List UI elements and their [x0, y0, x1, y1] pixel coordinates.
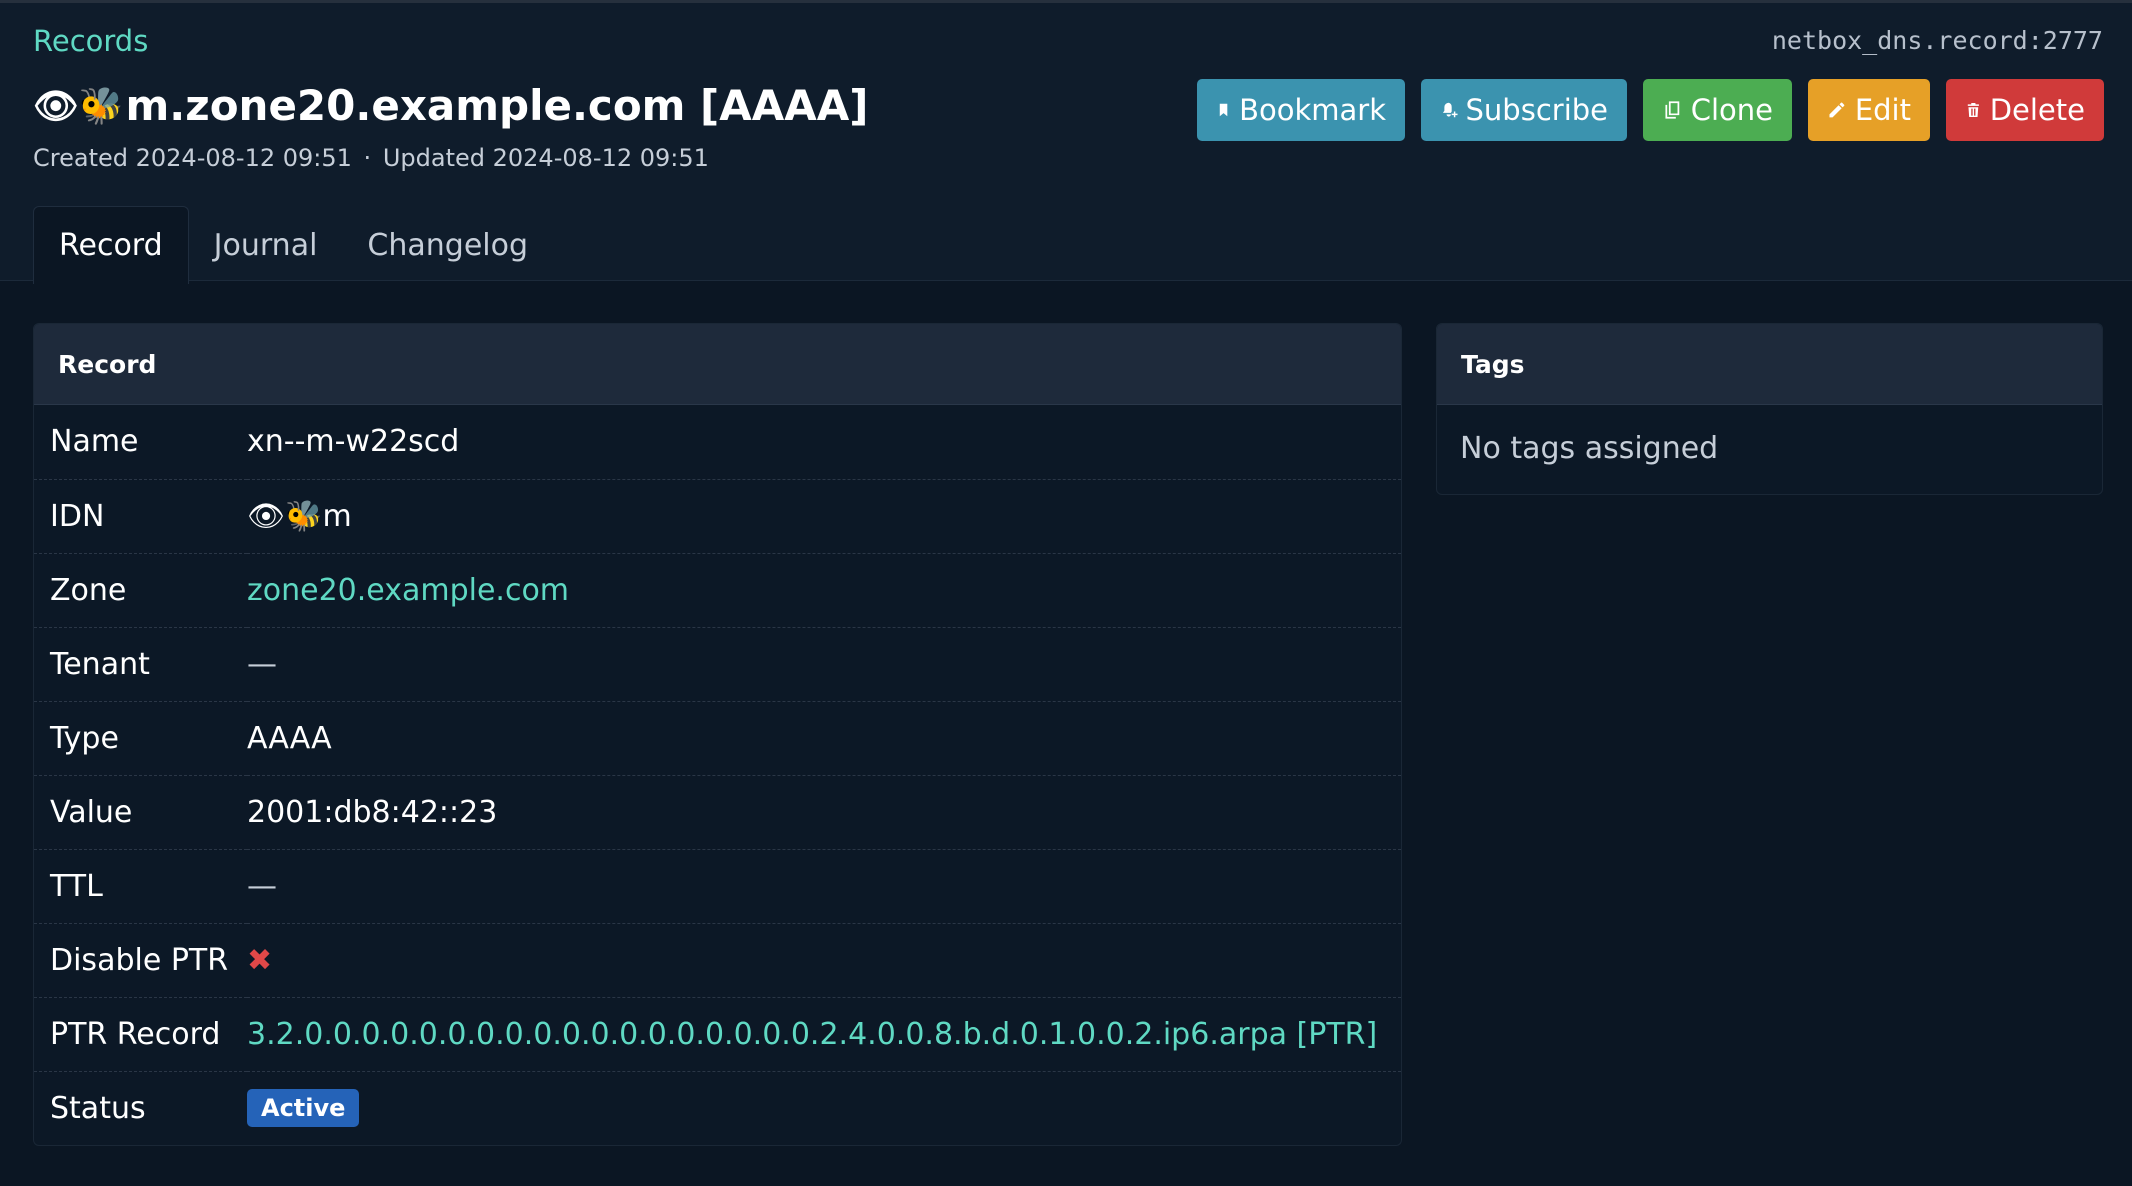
- table-row: TTL —: [34, 849, 1401, 923]
- trash-icon: [1967, 103, 1979, 117]
- table-row: Value 2001:db8:42::23: [34, 775, 1401, 849]
- delete-button[interactable]: Delete: [1946, 79, 2104, 141]
- row-label-type: Type: [50, 720, 119, 756]
- updated-label: Updated: [382, 144, 485, 172]
- subscribe-button[interactable]: Subscribe: [1421, 79, 1627, 141]
- bookmark-button[interactable]: Bookmark: [1197, 79, 1405, 141]
- page-header: Records netbox_dns.record:2777 👁🐝 m.zone…: [0, 3, 2132, 284]
- bookmark-label: Bookmark: [1239, 93, 1386, 127]
- ptr-record-link[interactable]: 3.2.0.0.0.0.0.0.0.0.0.0.0.0.0.0.0.0.0.0.…: [247, 1017, 1377, 1052]
- row-label-ttl: TTL: [50, 868, 103, 904]
- clone-label: Clone: [1690, 93, 1773, 127]
- table-row: Status Active: [34, 1071, 1401, 1145]
- edit-label: Edit: [1854, 93, 1911, 127]
- bell-plus-icon: [1442, 102, 1458, 118]
- x-mark-icon: ✖: [247, 942, 273, 978]
- copy-icon: [1665, 101, 1680, 119]
- subscribe-label: Subscribe: [1465, 93, 1608, 127]
- bookmark-icon: [1219, 103, 1228, 117]
- tab-record[interactable]: Record: [33, 206, 189, 284]
- updated-value: 2024-08-12 09:51: [492, 144, 709, 172]
- page-title: 👁🐝 m.zone20.example.com [AAAA]: [33, 81, 868, 130]
- no-tags-message: No tags assigned: [1460, 431, 1719, 466]
- row-value-idn: 👁🐝m: [247, 498, 352, 534]
- row-label-tenant: Tenant: [50, 646, 150, 682]
- tags-card-header: Tags: [1437, 324, 2102, 405]
- delete-label: Delete: [1989, 93, 2085, 127]
- meta-separator: ·: [363, 144, 372, 172]
- pencil-icon: [1829, 102, 1845, 118]
- row-label-idn: IDN: [50, 498, 105, 534]
- status-badge: Active: [247, 1089, 360, 1128]
- tags-card: Tags No tags assigned: [1436, 323, 2103, 495]
- table-row: IDN 👁🐝m: [34, 479, 1401, 553]
- row-value-ttl: —: [247, 868, 277, 904]
- row-label-status: Status: [50, 1090, 146, 1126]
- table-row: Name xn--m-w22scd: [34, 405, 1401, 479]
- title-emoji: 👁🐝: [33, 85, 124, 127]
- table-row: Disable PTR ✖: [34, 923, 1401, 997]
- row-label-disable-ptr: Disable PTR: [50, 942, 229, 978]
- record-card-header: Record: [34, 324, 1401, 405]
- row-value-tenant: —: [247, 646, 277, 682]
- breadcrumb-records-link[interactable]: Records: [33, 24, 148, 58]
- table-row: PTR Record 3.2.0.0.0.0.0.0.0.0.0.0.0.0.0…: [34, 997, 1401, 1071]
- table-row: Zone zone20.example.com: [34, 553, 1401, 627]
- table-row: Type AAAA: [34, 701, 1401, 775]
- title-text: m.zone20.example.com [AAAA]: [125, 81, 869, 130]
- record-attributes-table: Name xn--m-w22scd IDN 👁🐝m Zone zone20.ex…: [34, 405, 1401, 1145]
- tab-journal[interactable]: Journal: [189, 206, 343, 284]
- row-value-value: 2001:db8:42::23: [247, 794, 498, 830]
- clone-button[interactable]: Clone: [1643, 79, 1792, 141]
- record-card: Record Name xn--m-w22scd IDN 👁🐝m Zone zo…: [33, 323, 1402, 1146]
- row-label-zone: Zone: [50, 572, 127, 608]
- created-value: 2024-08-12 09:51: [135, 144, 352, 172]
- row-label-name: Name: [50, 424, 139, 460]
- row-label-value: Value: [50, 794, 133, 830]
- created-label: Created: [33, 144, 128, 172]
- row-value-type: AAAA: [247, 720, 332, 756]
- edit-button[interactable]: Edit: [1808, 79, 1930, 141]
- tab-changelog[interactable]: Changelog: [342, 206, 553, 284]
- object-identifier: netbox_dns.record:2777: [1771, 26, 2103, 55]
- zone-link[interactable]: zone20.example.com: [247, 573, 569, 608]
- table-row: Tenant —: [34, 627, 1401, 701]
- row-label-ptr-record: PTR Record: [50, 1016, 221, 1052]
- timestamps: Created 2024-08-12 09:51 · Updated 2024-…: [33, 144, 709, 172]
- action-buttons: Bookmark Subscribe Clone Edit Delete: [1197, 79, 2104, 141]
- row-value-name: xn--m-w22scd: [247, 424, 460, 460]
- tab-bar: Record Journal Changelog: [33, 206, 553, 284]
